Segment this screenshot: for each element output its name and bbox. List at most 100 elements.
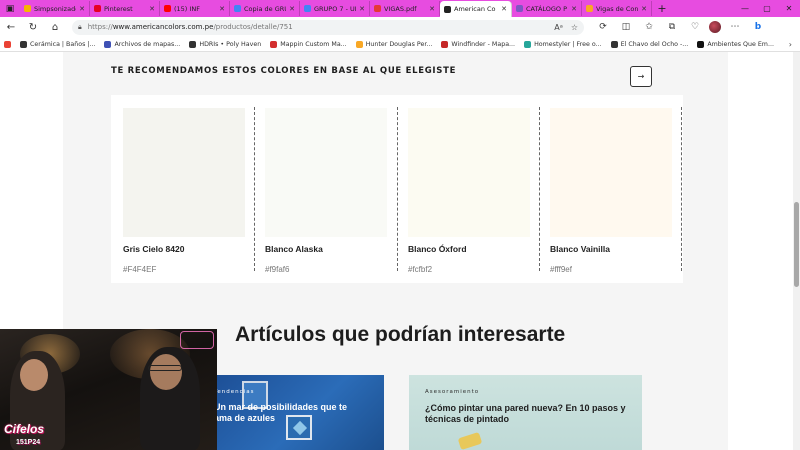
swatch-chip[interactable]: [123, 108, 245, 237]
swatch-card-3[interactable]: Blanco Vainilla #fff9ef: [550, 108, 672, 274]
tab-favicon-icon: [586, 5, 593, 12]
bookmark-favicon-icon: [20, 40, 27, 48]
tab-favicon-icon: [164, 5, 171, 12]
browser-tab-8[interactable]: Vigas de Con ✕: [582, 1, 652, 16]
window-controls: — ▢ ✕: [734, 4, 800, 13]
home-icon[interactable]: ⌂: [44, 17, 66, 37]
bookmark-item-4[interactable]: Hunter Douglas Per...: [355, 40, 432, 48]
arrow-right-icon: →: [637, 72, 645, 81]
bookmarks-bar: Cerámica | Baños |... Archivos de mapas..…: [0, 37, 800, 52]
video-face: [150, 354, 182, 390]
bookmark-label: Archivos de mapas...: [114, 40, 181, 48]
video-face: [20, 359, 48, 391]
tab-close-icon[interactable]: ✕: [501, 5, 507, 13]
bookmark-item-1[interactable]: Archivos de mapas...: [104, 40, 181, 48]
favorite-star-icon[interactable]: ☆: [571, 23, 578, 32]
reload-icon[interactable]: ↻: [22, 17, 44, 37]
tab-favicon-icon: [234, 5, 241, 12]
profile-avatar[interactable]: [709, 21, 721, 33]
close-window-icon[interactable]: ✕: [778, 4, 800, 13]
split-screen-icon[interactable]: ◫: [617, 22, 635, 32]
next-colors-button[interactable]: →: [630, 66, 652, 87]
tab-favicon-icon: [94, 5, 101, 12]
swatch-name: Gris Cielo 8420: [123, 244, 185, 254]
article-tag: Asesoramiento: [425, 389, 480, 395]
swatch-name: Blanco Vainilla: [550, 244, 610, 254]
tab-strip: ▣ Simpsonizador✕Pinterest✕(15) INF✕Copia…: [0, 0, 800, 17]
tab-close-icon[interactable]: ✕: [429, 5, 435, 13]
swatch-code: #f9faf6: [265, 265, 290, 274]
bookmark-item-5[interactable]: Windfinder - Mapa...: [441, 40, 515, 48]
browser-tab-3[interactable]: Copia de GRU ✕: [230, 1, 300, 16]
read-aloud-icon[interactable]: Aᵃ: [554, 23, 563, 32]
swatch-card-0[interactable]: Gris Cielo 8420 #F4F4EF: [123, 108, 245, 274]
toolbar-icons: ⟳ ◫ ✩ ⧉ ♡ ⋯ b: [594, 21, 767, 33]
article-tag: Tendencias: [214, 389, 255, 395]
article-card-1[interactable]: Asesoramiento ¿Cómo pintar una pared nue…: [409, 375, 642, 450]
page-scrollbar[interactable]: [793, 52, 800, 450]
workspaces-icon[interactable]: ▣: [0, 0, 20, 17]
minimize-icon[interactable]: —: [734, 4, 756, 13]
bookmark-item-2[interactable]: HDRIs • Poly Haven: [189, 40, 262, 48]
article-title[interactable]: ¿Cómo pintar una pared nueva? En 10 paso…: [425, 403, 637, 425]
new-tab-button[interactable]: +: [652, 0, 672, 17]
swatch-name: Blanco Alaska: [265, 244, 323, 254]
bookmark-item-3[interactable]: Mappin Custom Ma...: [270, 40, 347, 48]
browser-essentials-icon[interactable]: ♡: [686, 22, 704, 32]
bookmark-item-7[interactable]: El Chavo del Ocho -...: [610, 40, 688, 48]
tab-close-icon[interactable]: ✕: [149, 5, 155, 13]
tab-close-icon[interactable]: ✕: [571, 5, 577, 13]
swatch-divider: [539, 107, 540, 271]
back-icon[interactable]: ←: [0, 17, 22, 37]
swatch-code: #fff9ef: [550, 265, 572, 274]
bookmark-favicon-icon: [104, 40, 112, 48]
browser-tab-0[interactable]: Simpsonizador✕: [20, 1, 90, 16]
article-title[interactable]: Un mar de posibilidades que te ama de az…: [214, 402, 364, 424]
article-card-0[interactable]: Tendencias Un mar de posibilidades que t…: [214, 375, 384, 450]
articles-title: Artículos que podrían interesarte: [235, 323, 566, 346]
more-menu-icon[interactable]: ⋯: [726, 22, 744, 32]
tab-close-icon[interactable]: ✕: [289, 5, 295, 13]
bookmark-favicon-icon: [610, 40, 618, 48]
tab-label: VIGAS.pdf: [384, 4, 417, 13]
channel-logo-sub: 151P24: [16, 439, 41, 446]
tab-label: Copia de GRU: [244, 4, 287, 13]
bookmark-favicon-icon: [441, 40, 449, 48]
tab-label: GRUPO 7 - UL: [314, 4, 357, 13]
tab-favicon-icon: [24, 5, 31, 12]
bookmark-favicon-icon: [697, 40, 705, 48]
tab-close-icon[interactable]: ✕: [641, 5, 647, 13]
gmail-icon[interactable]: [4, 40, 11, 48]
address-bar[interactable]: 🔒︎ https://www.americancolors.com.pe/pro…: [72, 19, 584, 35]
swatch-card-1[interactable]: Blanco Alaska #f9faf6: [265, 108, 387, 274]
favorites-icon[interactable]: ✩: [640, 22, 658, 32]
scrollbar-thumb[interactable]: [794, 202, 799, 287]
video-overlay[interactable]: Cifelos 151P24: [0, 329, 217, 450]
browser-tab-5[interactable]: VIGAS.pdf ✕: [370, 1, 440, 16]
browser-tab-1[interactable]: Pinterest ✕: [90, 1, 160, 16]
tab-label: American Co: [454, 5, 496, 13]
tab-label: Vigas de Con: [596, 4, 639, 13]
swatch-chip[interactable]: [408, 108, 530, 237]
tab-close-icon[interactable]: ✕: [359, 5, 365, 13]
collections-icon[interactable]: ⧉: [663, 22, 681, 32]
lock-icon[interactable]: 🔒︎: [78, 23, 82, 32]
browser-tab-7[interactable]: CATÁLOGO P ✕: [512, 1, 582, 16]
url-text[interactable]: https://www.americancolors.com.pe/produc…: [88, 23, 548, 31]
bing-chat-icon[interactable]: b: [749, 22, 767, 32]
bookmarks-overflow-icon[interactable]: ›: [789, 40, 800, 49]
tab-close-icon[interactable]: ✕: [79, 5, 85, 13]
refresh-extension-icon[interactable]: ⟳: [594, 22, 612, 32]
bookmark-item-8[interactable]: Ambientes Que Em...: [697, 40, 774, 48]
maximize-icon[interactable]: ▢: [756, 4, 778, 13]
browser-tab-4[interactable]: GRUPO 7 - UL ✕: [300, 1, 370, 16]
browser-tab-2[interactable]: (15) INF ✕: [160, 1, 230, 16]
bookmark-label: HDRIs • Poly Haven: [199, 40, 262, 48]
swatch-card-2[interactable]: Blanco Óxford #fcfbf2: [408, 108, 530, 274]
swatch-chip[interactable]: [550, 108, 672, 237]
bookmark-item-0[interactable]: Cerámica | Baños |...: [20, 40, 95, 48]
swatch-chip[interactable]: [265, 108, 387, 237]
bookmark-item-6[interactable]: Homestyler | Free o...: [524, 40, 602, 48]
tab-close-icon[interactable]: ✕: [219, 5, 225, 13]
browser-tab-6[interactable]: American Co ✕: [440, 1, 512, 17]
